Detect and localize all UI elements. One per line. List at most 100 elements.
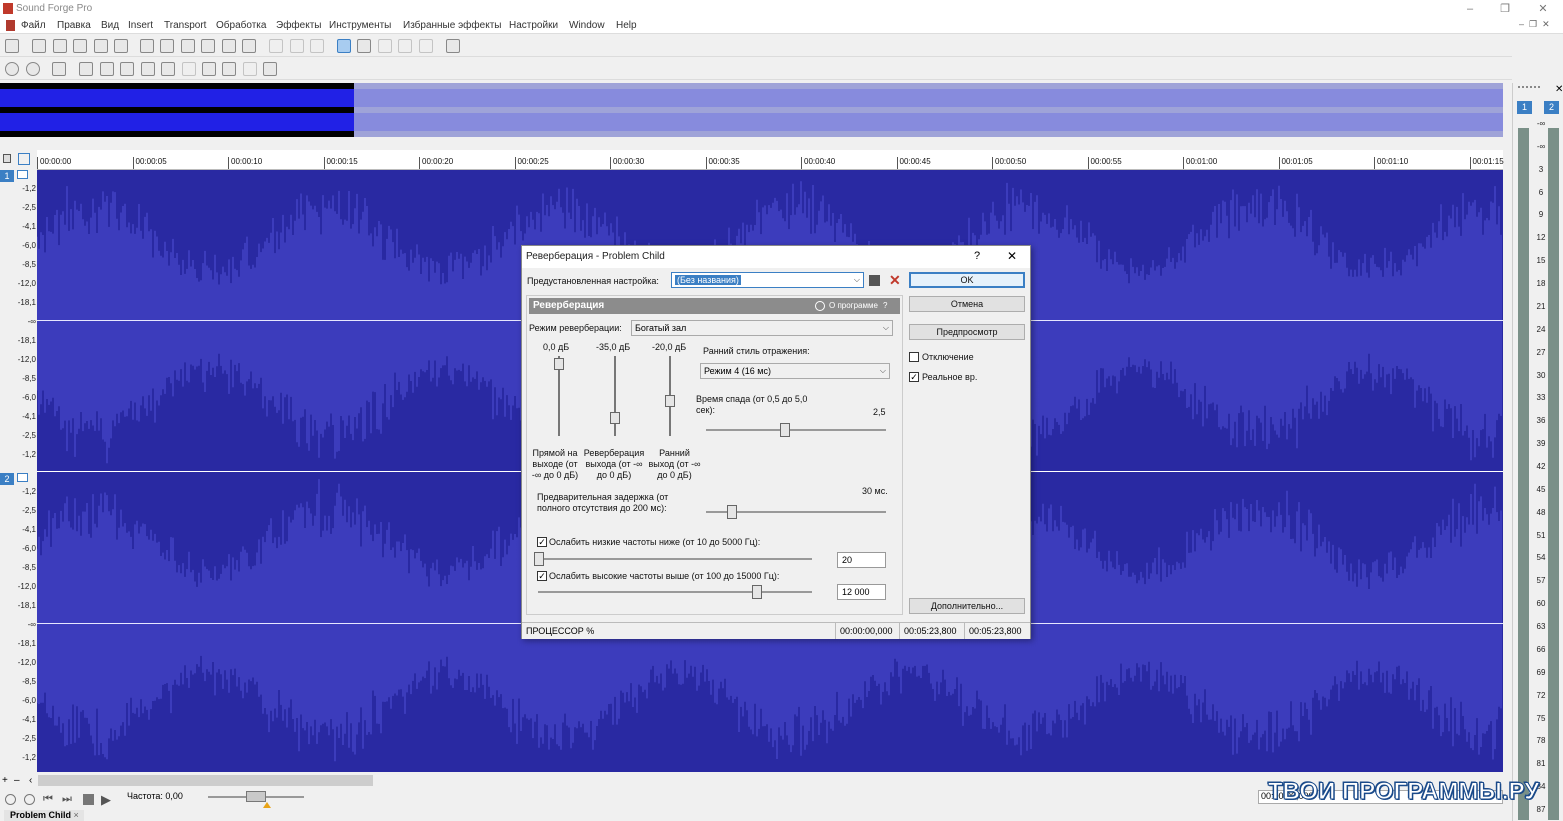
channel-1-badge[interactable]: 1	[0, 170, 14, 182]
mode-combo[interactable]: Богатый зал ⌵	[631, 320, 893, 336]
early-style-combo[interactable]: Режим 4 (16 мс) ⌵	[700, 363, 890, 379]
record-icon[interactable]	[5, 62, 19, 76]
meter-close-icon[interactable]: ✕	[1555, 84, 1563, 95]
menu-process[interactable]: Обработка	[216, 20, 266, 31]
highcut-slider[interactable]	[752, 585, 762, 599]
event-tool-icon[interactable]	[398, 39, 412, 53]
about-link[interactable]: О программе	[829, 301, 878, 310]
save-preset-icon[interactable]	[869, 275, 880, 286]
lowcut-checkbox[interactable]: ✓	[537, 537, 547, 547]
predelay-slider[interactable]	[727, 505, 737, 519]
go-to-start-icon[interactable]	[161, 62, 175, 76]
magnify-tool-icon[interactable]	[357, 39, 371, 53]
timeline-ruler[interactable]: 00:00:00 00:00:05 00:00:10 00:00:15 00:00:20…	[37, 150, 1504, 170]
mix-icon[interactable]	[222, 39, 236, 53]
bottom-next-icon[interactable]: ⏭	[62, 793, 72, 806]
document-tab[interactable]: Problem Child ×	[4, 810, 84, 821]
lowcut-slider[interactable]	[534, 552, 544, 566]
bypass-checkbox[interactable]	[909, 352, 919, 362]
menu-effects[interactable]: Эффекты	[276, 20, 321, 31]
menu-favorite-effects[interactable]: Избранные эффекты	[403, 20, 501, 31]
edit-tool-icon[interactable]	[337, 39, 351, 53]
reset-icon[interactable]	[815, 301, 825, 311]
trim-icon[interactable]	[242, 39, 256, 53]
render-icon[interactable]	[94, 39, 108, 53]
scroll-left-icon[interactable]: ‹	[29, 775, 32, 786]
loop-icon[interactable]	[52, 62, 66, 76]
save-as-icon[interactable]	[73, 39, 87, 53]
preset-combo[interactable]: (Без названия) ⌵	[671, 272, 864, 288]
play-all-icon[interactable]	[79, 62, 93, 76]
bottom-play-icon[interactable]: ▶	[101, 792, 111, 808]
redo-icon[interactable]	[290, 39, 304, 53]
horizontal-scrollbar[interactable]	[38, 775, 373, 786]
restore-icon[interactable]: ❐	[1495, 2, 1515, 16]
menu-file[interactable]: Файл	[21, 20, 46, 31]
next-marker-icon[interactable]	[243, 62, 257, 76]
early-out-slider[interactable]	[665, 394, 675, 407]
save-icon[interactable]	[53, 39, 67, 53]
lowcut-input[interactable]: 20	[837, 552, 886, 568]
zoom-out-icon[interactable]: –	[14, 775, 20, 786]
zoom-in-icon[interactable]: +	[2, 775, 8, 786]
copy-icon[interactable]	[160, 39, 174, 53]
ok-button[interactable]: OK	[909, 272, 1025, 288]
highcut-checkbox[interactable]: ✓	[537, 571, 547, 581]
lock-icon[interactable]	[3, 154, 11, 163]
open-icon[interactable]	[32, 39, 46, 53]
menu-window[interactable]: Window	[569, 20, 605, 31]
cancel-button[interactable]: Отмена	[909, 296, 1025, 312]
print-icon[interactable]	[114, 39, 128, 53]
mdi-controls[interactable]: –❐✕	[1519, 19, 1557, 31]
dialog-help-icon[interactable]: ?	[974, 250, 980, 262]
play-icon[interactable]	[100, 62, 114, 76]
new-icon[interactable]	[5, 39, 19, 53]
bottom-prev-icon[interactable]: ⏮	[43, 793, 53, 806]
waveform-overview[interactable]	[0, 83, 1503, 137]
previous-marker-icon[interactable]	[182, 62, 196, 76]
close-icon[interactable]: ✕	[1533, 2, 1553, 16]
realtime-checkbox[interactable]: ✓	[909, 372, 919, 382]
menu-settings[interactable]: Настройки	[509, 20, 558, 31]
tab-close-icon[interactable]: ×	[74, 810, 79, 820]
delete-preset-icon[interactable]: ✕	[889, 272, 901, 289]
go-to-end-icon[interactable]	[263, 62, 277, 76]
stop-icon[interactable]	[141, 62, 155, 76]
dry-out-slider[interactable]	[554, 358, 564, 371]
undo-icon[interactable]	[269, 39, 283, 53]
repeat-icon[interactable]	[310, 39, 324, 53]
rate-slider-thumb[interactable]	[246, 791, 266, 802]
rewind-icon[interactable]	[202, 62, 216, 76]
bottom-record-icon[interactable]	[5, 794, 16, 805]
decay-slider[interactable]	[780, 423, 790, 437]
meter-grip[interactable]	[1518, 86, 1540, 92]
pencil-tool-icon[interactable]	[378, 39, 392, 53]
bottom-record-arm-icon[interactable]	[24, 794, 35, 805]
menu-insert[interactable]: Insert	[128, 20, 153, 31]
minimize-icon[interactable]: –	[1460, 2, 1480, 16]
preview-button[interactable]: Предпросмотр	[909, 324, 1025, 340]
paste-icon[interactable]	[181, 39, 195, 53]
highcut-input[interactable]: 12 000	[837, 584, 886, 600]
more-button[interactable]: Дополнительно...	[909, 598, 1025, 614]
meter-channel-1-button[interactable]: 1	[1517, 101, 1532, 114]
menu-transport[interactable]: Transport	[164, 20, 206, 31]
channel-2-minimize-icon[interactable]	[17, 473, 28, 482]
dialog-close-icon[interactable]: ✕	[1007, 249, 1017, 263]
paste-special-icon[interactable]	[201, 39, 215, 53]
bottom-stop-icon[interactable]	[83, 794, 94, 805]
pause-icon[interactable]	[120, 62, 134, 76]
meter-channel-2-button[interactable]: 2	[1544, 101, 1559, 114]
menu-edit[interactable]: Правка	[57, 20, 91, 31]
menu-tools[interactable]: Инструменты	[329, 20, 391, 31]
about-help-icon[interactable]: ?	[883, 301, 887, 310]
record-arm-icon[interactable]	[26, 62, 40, 76]
reverb-out-slider[interactable]	[610, 412, 620, 424]
forward-icon[interactable]	[222, 62, 236, 76]
menu-help[interactable]: Help	[616, 20, 637, 31]
channel-1-minimize-icon[interactable]	[17, 170, 28, 179]
envelope-tool-icon[interactable]	[419, 39, 433, 53]
menu-view[interactable]: Вид	[101, 20, 119, 31]
cut-icon[interactable]	[140, 39, 154, 53]
snap-icon[interactable]	[18, 153, 30, 165]
